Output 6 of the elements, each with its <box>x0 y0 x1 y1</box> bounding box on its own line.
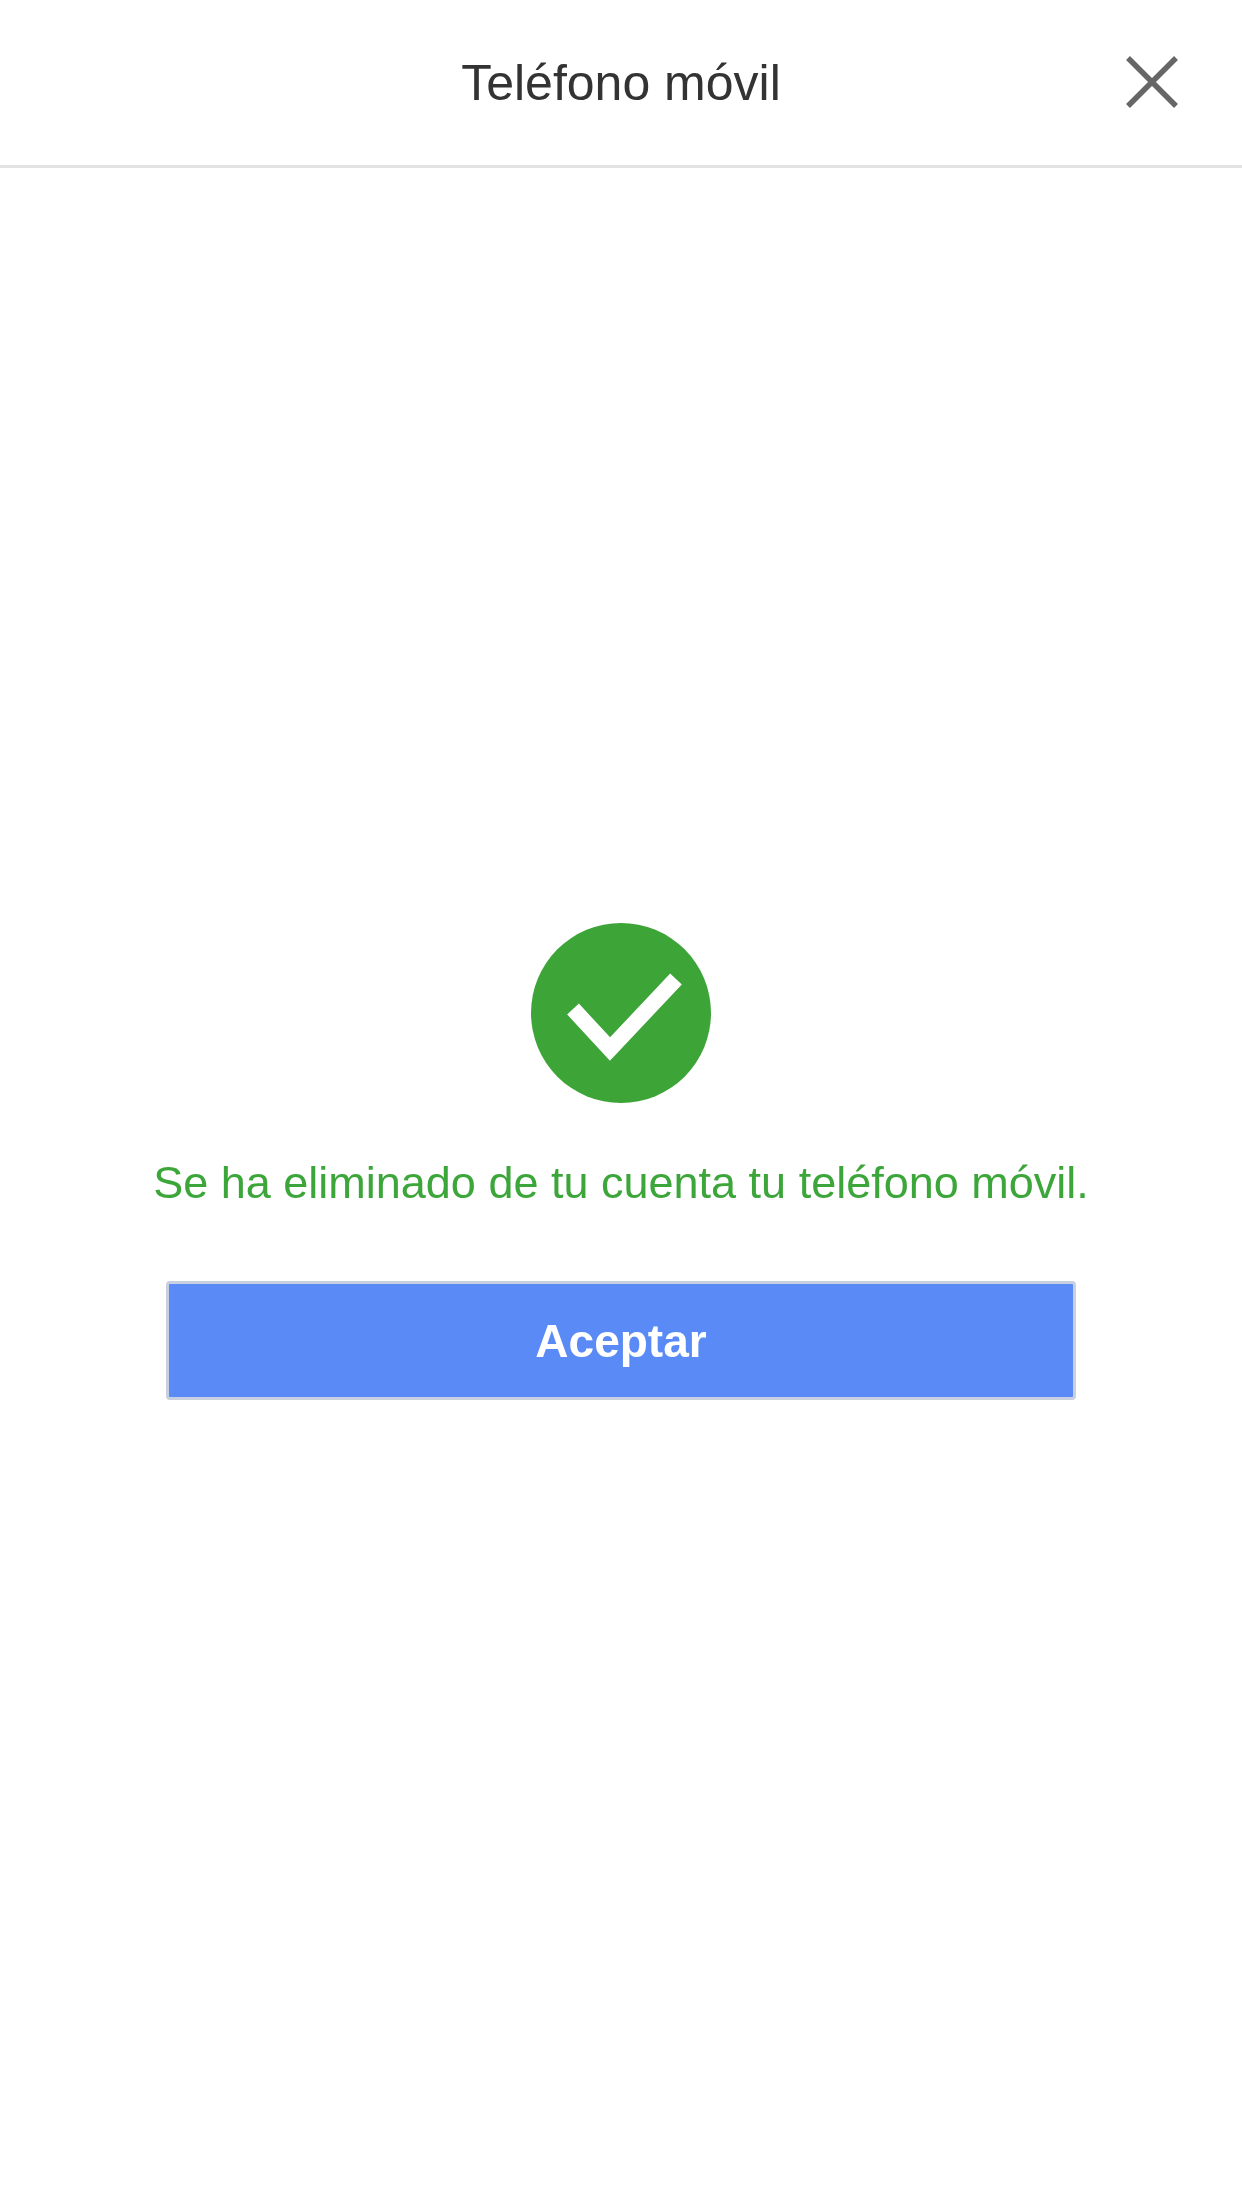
success-message: Se ha eliminado de tu cuenta tu teléfono móvil. <box>153 1157 1089 1209</box>
accept-button[interactable]: Aceptar <box>166 1281 1076 1400</box>
checkmark-icon <box>531 923 711 1103</box>
close-icon <box>1124 54 1180 110</box>
window-title: Teléfono móvil <box>461 53 781 112</box>
close-button[interactable] <box>1124 54 1180 110</box>
